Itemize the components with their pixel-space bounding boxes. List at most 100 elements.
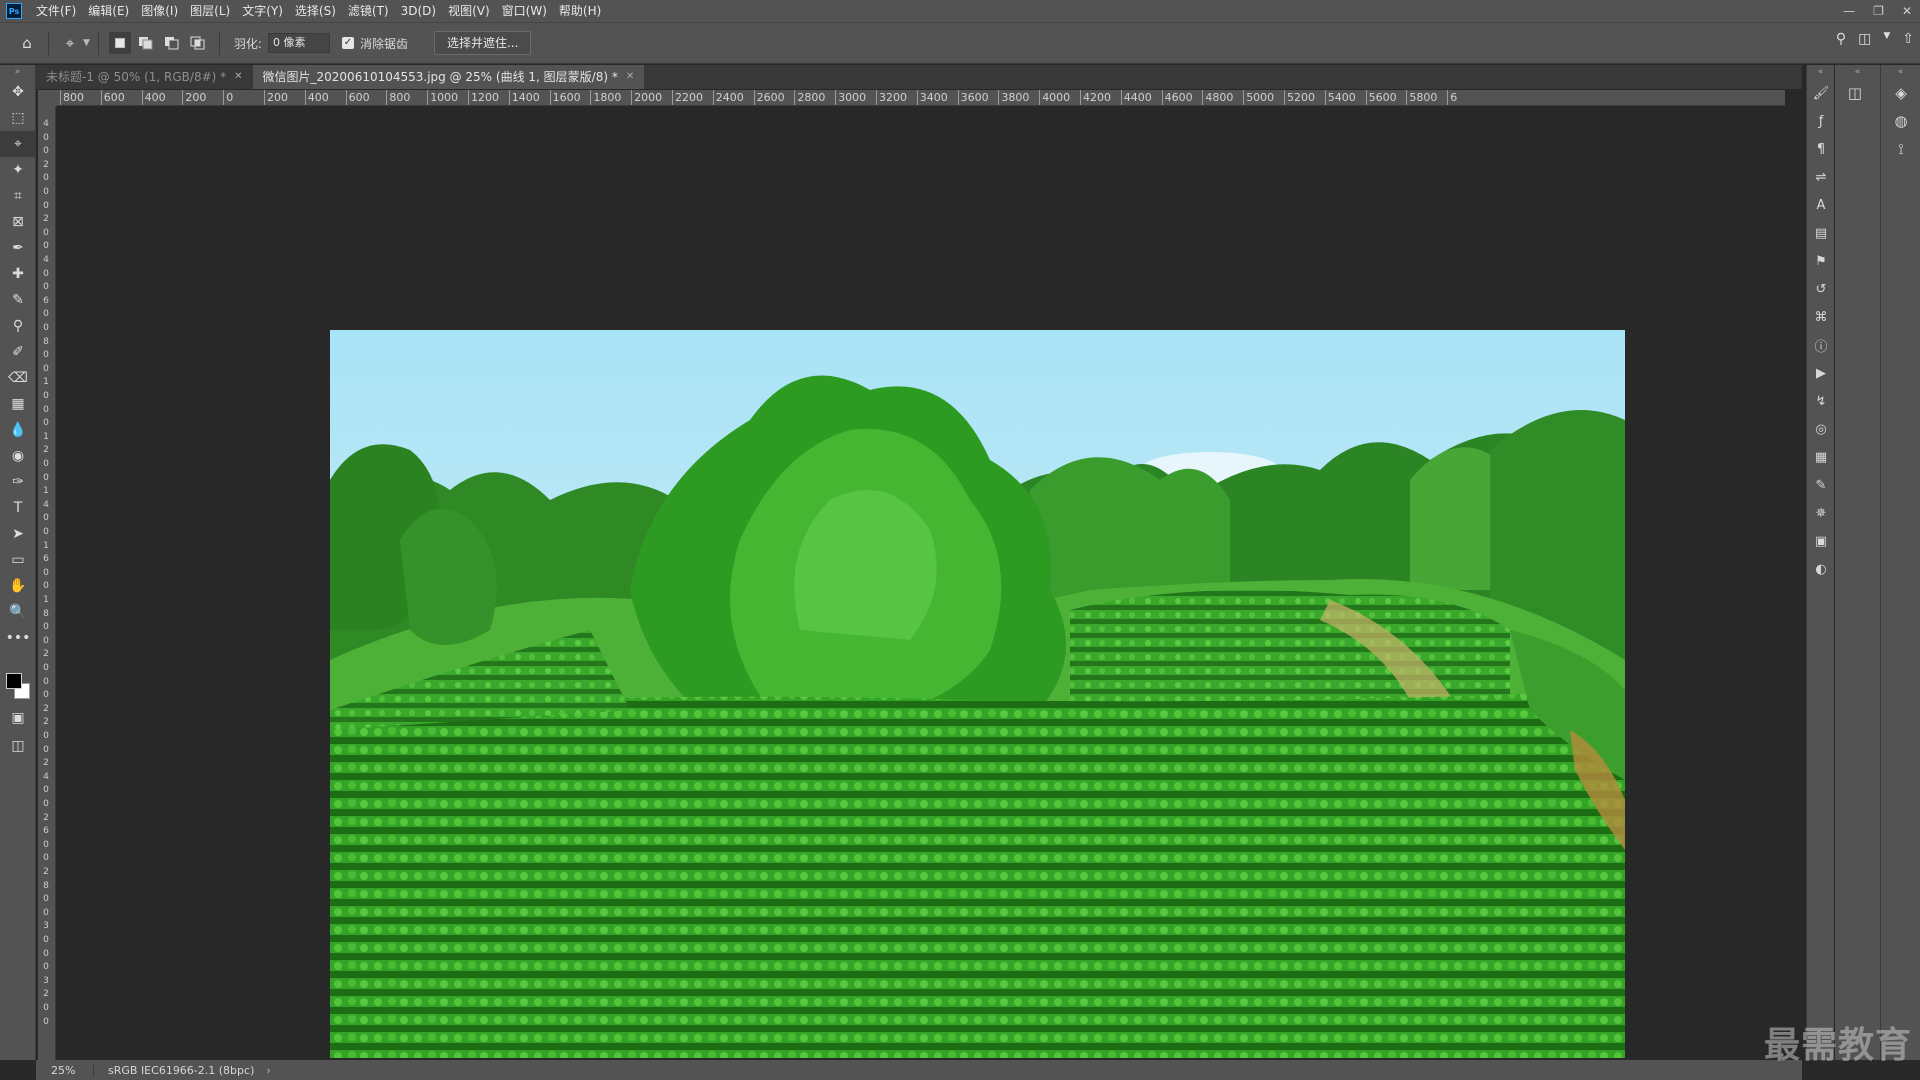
fx-icon[interactable]: ƒ [1807, 107, 1835, 135]
channels-icon[interactable]: ◍ [1881, 107, 1920, 135]
horizontal-ruler[interactable]: 800 600 400 200 0 200 400 600 800 1000 1200 1400 160… [58, 90, 1785, 106]
menu-view[interactable]: 视图(V) [442, 0, 496, 22]
vertical-ruler[interactable]: 4 0 0 2 0 0 0 2 0 0 4 0 0 6 0 0 8 0 0 1 0 0 0 1 2 0 0 1 4 0 0 1 6 0 0 1 8 0 0 2… [38, 106, 56, 1060]
minimize-icon[interactable]: — [1843, 4, 1855, 18]
eraser-icon[interactable]: ⌫ [0, 365, 36, 391]
clone-stamp-icon[interactable]: ⚲ [0, 313, 36, 339]
document-canvas-image[interactable] [330, 330, 1625, 1058]
canvas-workspace[interactable] [58, 107, 1785, 1060]
polygonal-lasso-icon[interactable]: ⌖ [0, 131, 36, 157]
gradient-icon[interactable]: ▦ [0, 391, 36, 417]
zoom-level[interactable]: 25% [36, 1063, 94, 1077]
ruler-tick [672, 90, 673, 105]
home-icon[interactable]: ⌂ [14, 30, 40, 56]
clone-source-icon[interactable]: ⚑ [1807, 247, 1835, 275]
ruler-label: 0 [43, 785, 49, 796]
blur-icon[interactable]: 💧 [0, 417, 36, 443]
tab-untitled[interactable]: 未标题-1 @ 50% (1, RGB/8#) * ✕ [36, 65, 253, 89]
feather-input[interactable]: 0 像素 [267, 33, 330, 53]
intersect-selection-button[interactable] [187, 32, 209, 54]
collapse-panels-icon[interactable]: « [1835, 65, 1880, 79]
magic-wand-icon[interactable]: ✦ [0, 157, 36, 183]
menu-type[interactable]: 文字(Y) [236, 0, 289, 22]
brush-icon[interactable]: ✎ [0, 287, 36, 313]
tea-plantation-photo [330, 330, 1625, 1058]
navigator-icon[interactable]: ✵ [1807, 499, 1835, 527]
brush-settings-icon[interactable]: 🖌 [1807, 79, 1835, 107]
select-and-mask-button[interactable]: 选择并遮住... [433, 31, 532, 55]
type-icon[interactable]: T [0, 495, 36, 521]
eyedropper-icon[interactable]: ✒ [0, 235, 36, 261]
paragraph-icon[interactable]: ¶ [1807, 135, 1835, 163]
menu-file[interactable]: 文件(F) [30, 0, 82, 22]
new-selection-button[interactable] [108, 32, 131, 54]
antialias-checkbox[interactable]: ✓ [341, 37, 354, 49]
ruler-label: 3600 [960, 91, 989, 104]
frame-icon[interactable]: ⊠ [0, 209, 36, 235]
menu-window[interactable]: 窗口(W) [496, 0, 553, 22]
ruler-label: 400 [144, 91, 166, 104]
healing-brush-icon[interactable]: ✚ [0, 261, 36, 287]
ruler-tick [141, 90, 143, 105]
chevron-down-icon[interactable]: ▼ [1883, 31, 1890, 47]
hand-icon[interactable]: ✋ [0, 573, 36, 599]
table-icon[interactable]: ▦ [1807, 443, 1835, 471]
menu-layer[interactable]: 图层(L) [184, 0, 236, 22]
notes-icon[interactable]: ✎ [1807, 471, 1835, 499]
adjustments-icon[interactable]: ⇌ [1807, 163, 1835, 191]
ruler-label: 0 [43, 268, 49, 279]
zoom-icon[interactable]: 🔍 [0, 599, 36, 625]
crop-icon[interactable]: ⌗ [0, 183, 36, 209]
close-tab-icon[interactable]: ✕ [234, 65, 242, 89]
share-icon[interactable]: ⇧ [1902, 31, 1914, 47]
menu-filter[interactable]: 滤镜(T) [342, 0, 395, 22]
menu-help[interactable]: 帮助(H) [553, 0, 607, 22]
properties-icon[interactable]: ▣ [1807, 527, 1835, 555]
more-tools-icon[interactable]: ••• [0, 625, 36, 651]
ruler-origin[interactable] [38, 90, 58, 106]
glyphs-icon[interactable]: ⌘ [1807, 303, 1835, 331]
path-selection-icon[interactable]: ➤ [0, 521, 36, 547]
menu-edit[interactable]: 编辑(E) [82, 0, 135, 22]
collapse-panels-icon[interactable]: « [1881, 65, 1920, 79]
3d-icon[interactable]: ◎ [1807, 415, 1835, 443]
subtract-selection-button[interactable] [161, 32, 183, 54]
color-icon[interactable]: ◐ [1807, 555, 1835, 583]
actions-icon[interactable]: ▶ [1807, 359, 1835, 387]
history-icon[interactable]: ↺ [1807, 275, 1835, 303]
paths-panel-icon[interactable]: ⟟ [1881, 135, 1920, 163]
dodge-icon[interactable]: ◉ [0, 443, 36, 469]
quick-mask-icon[interactable]: ▣ [0, 705, 36, 731]
ruler-label: 1600 [552, 91, 581, 104]
history-brush-icon[interactable]: ✐ [0, 339, 36, 365]
search-icon[interactable]: ⚲ [1836, 31, 1846, 47]
menu-image[interactable]: 图像(I) [135, 0, 184, 22]
collapse-toolbar-icon[interactable]: » [0, 65, 35, 79]
menu-select[interactable]: 选择(S) [289, 0, 342, 22]
status-menu-arrow[interactable]: › [266, 1064, 270, 1077]
chevron-down-icon[interactable]: ▼ [83, 38, 90, 48]
info-icon[interactable]: ⓘ [1807, 331, 1835, 359]
rectangle-icon[interactable]: ▭ [0, 547, 36, 573]
menu-3d[interactable]: 3D(D) [395, 0, 442, 22]
close-icon[interactable]: ✕ [1902, 4, 1912, 18]
collapse-panels-icon[interactable]: « [1807, 65, 1834, 79]
pen-icon[interactable]: ✑ [0, 469, 36, 495]
add-selection-button[interactable] [135, 32, 157, 54]
move-icon[interactable]: ✥ [0, 79, 36, 105]
layers-icon[interactable]: ◈ [1881, 79, 1920, 107]
paths-icon[interactable]: ↯ [1807, 387, 1835, 415]
library-icon[interactable]: ▤ [1807, 219, 1835, 247]
restore-icon[interactable]: ❐ [1873, 4, 1884, 18]
character-icon[interactable]: A [1807, 191, 1835, 219]
foreground-color-swatch[interactable] [6, 673, 22, 689]
tab-wechat-image[interactable]: 微信图片_20200610104553.jpg @ 25% (曲线 1, 图层蒙… [252, 65, 645, 89]
tool-preset-icon[interactable]: ⌖ [57, 30, 83, 56]
marquee-icon[interactable]: ⬚ [0, 105, 36, 131]
divider [97, 31, 99, 55]
workspace-icon[interactable]: ◫ [1858, 31, 1871, 47]
ruler-label: 4000 [1042, 91, 1071, 104]
close-tab-icon[interactable]: ✕ [626, 65, 634, 89]
screen-mode-icon[interactable]: ◫ [0, 733, 36, 759]
color-panel-icon[interactable]: ◫ [1835, 79, 1875, 107]
